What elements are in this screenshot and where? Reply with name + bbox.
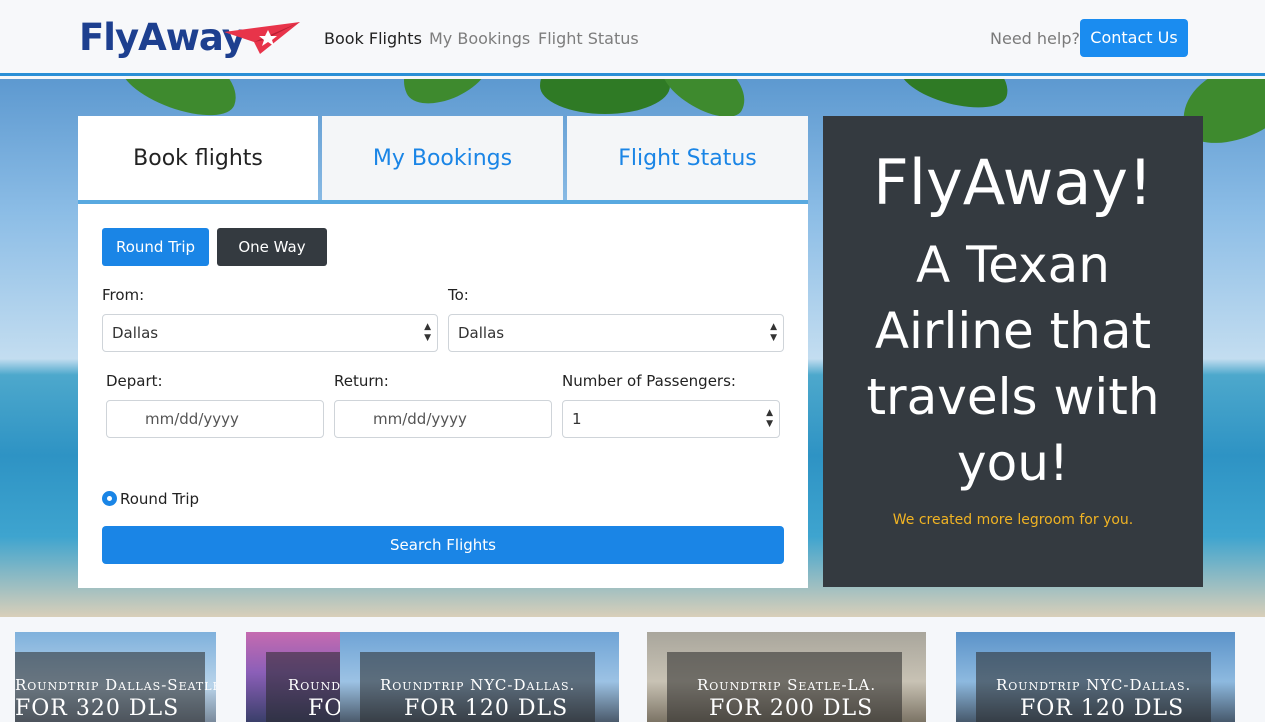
from-select[interactable]: Dallas ▲ ▼ (102, 314, 438, 352)
deal-card[interactable]: Roundtrip Seatle-LA. FOR 200 DLS (647, 632, 926, 722)
deal-card[interactable]: Roundtrip FOR (246, 632, 346, 722)
promo-title: FlyAway! (873, 146, 1153, 219)
search-flights-button[interactable]: Search Flights (102, 526, 784, 564)
leaf-decoration (391, 79, 499, 116)
one-way-button[interactable]: One Way (217, 228, 327, 266)
select-arrows-icon: ▲ ▼ (770, 322, 777, 343)
deal-price: FOR 200 DLS (709, 696, 874, 721)
deal-route: Roundtrip Seatle-LA. (697, 676, 877, 694)
deal-price: FOR 120 DLS (1020, 696, 1185, 721)
deal-route: Roundtrip Dallas-Seatle. (15, 676, 216, 694)
depart-date-input[interactable]: mm/dd/yyyy (106, 400, 324, 438)
contact-us-button[interactable]: Contact Us (1080, 19, 1188, 57)
deal-card[interactable]: Roundtrip Dallas-Seatle. FOR 320 DLS (15, 632, 216, 722)
return-date-input[interactable]: mm/dd/yyyy (334, 400, 552, 438)
deal-route: Roundtrip NYC-Dallas. (996, 676, 1192, 694)
leaf-decoration (540, 79, 670, 114)
to-select-value: Dallas (458, 324, 505, 342)
top-navbar: FlyAway Book Flights My Bookings Flight … (0, 0, 1265, 76)
tab-my-bookings[interactable]: My Bookings (322, 116, 563, 200)
deal-price: FOR 120 DLS (404, 696, 569, 721)
to-label: To: (448, 286, 469, 304)
leaf-decoration (894, 79, 1016, 118)
nav-link-book-flights[interactable]: Book Flights (324, 29, 422, 48)
return-label: Return: (334, 372, 389, 390)
passengers-select[interactable]: 1 ▲ ▼ (562, 400, 780, 438)
paper-plane-logo-icon (224, 22, 300, 54)
deal-route: Roundtrip (288, 676, 346, 694)
deal-price: FOR 320 DLS (15, 696, 180, 721)
deal-card[interactable]: Roundtrip NYC-Dallas. FOR 120 DLS (340, 632, 619, 722)
select-arrows-icon: ▲ ▼ (766, 408, 773, 429)
round-trip-radio[interactable] (102, 491, 117, 506)
passengers-select-value: 1 (572, 410, 582, 428)
deal-route: Roundtrip NYC-Dallas. (380, 676, 576, 694)
from-label: From: (102, 286, 145, 304)
tab-flight-status[interactable]: Flight Status (567, 116, 808, 200)
help-text: Need help? (990, 29, 1080, 48)
promo-note: We created more legroom for you. (892, 512, 1134, 528)
depart-label: Depart: (106, 372, 163, 390)
passengers-label: Number of Passengers: (562, 372, 736, 390)
round-trip-button[interactable]: Round Trip (102, 228, 209, 266)
deal-card[interactable]: Roundtrip NYC-Dallas. FOR 120 DLS (956, 632, 1235, 722)
nav-link-my-bookings[interactable]: My Bookings (429, 29, 530, 48)
to-select[interactable]: Dallas ▲ ▼ (448, 314, 784, 352)
select-arrows-icon: ▲ ▼ (424, 322, 431, 343)
promo-subtitle: A Texan Airline that travels with you! (866, 236, 1160, 492)
promo-panel: FlyAway! A Texan Airline that travels wi… (823, 116, 1203, 587)
round-trip-radio-label: Round Trip (120, 490, 200, 508)
nav-link-flight-status[interactable]: Flight Status (538, 29, 639, 48)
from-select-value: Dallas (112, 324, 159, 342)
tab-book-flights[interactable]: Book flights (78, 116, 318, 200)
brand-logo-text[interactable]: FlyAway (79, 16, 246, 59)
